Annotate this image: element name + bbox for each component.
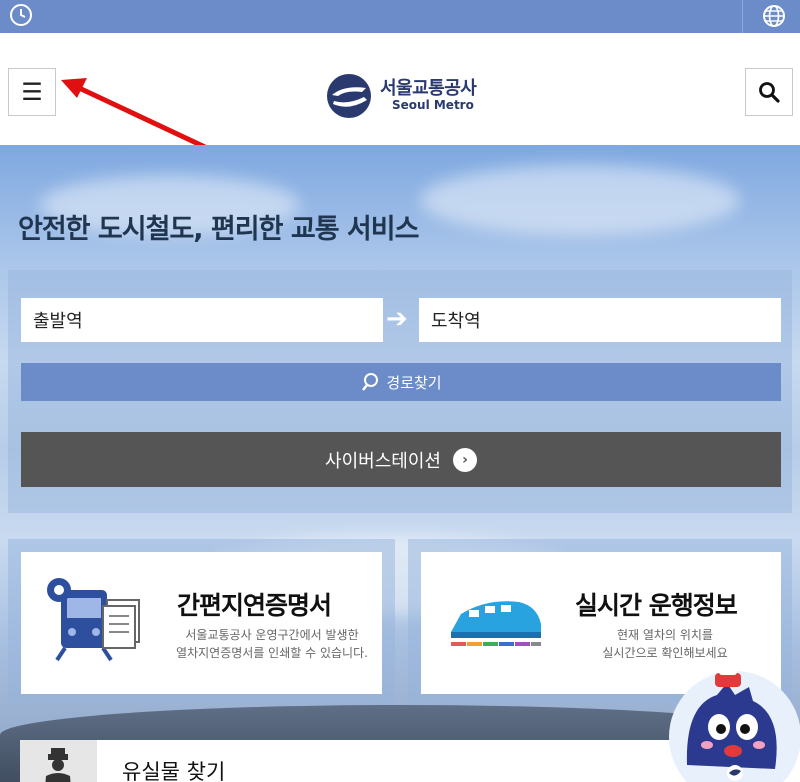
menu-button[interactable]: ☰ bbox=[8, 68, 56, 116]
hero-slogan: 안전한 도시철도, 편리한 교통 서비스 bbox=[18, 214, 419, 245]
globe-icon[interactable] bbox=[760, 2, 788, 34]
card-description: 현재 열차의 위치를 실시간으로 확인해보세요 bbox=[575, 626, 755, 662]
arrow-right-icon: ➔ bbox=[386, 304, 408, 334]
departure-station-input[interactable]: 출발역 bbox=[21, 298, 383, 342]
card-desc-line: 현재 열차의 위치를 bbox=[617, 628, 713, 642]
delay-certificate-section: 간편지연증명서 서울교통공사 운영구간에서 발생한 열차지연증명서를 인쇄할 수… bbox=[8, 539, 395, 703]
train-certificate-icon bbox=[47, 578, 140, 662]
arrival-station-input[interactable]: 도착역 bbox=[419, 298, 781, 342]
card-title: 실시간 운행정보 bbox=[575, 591, 738, 620]
cyber-station-label: 사이버스테이션 bbox=[325, 450, 441, 472]
clock-icon[interactable] bbox=[8, 2, 36, 34]
find-route-label: 경로찾기 bbox=[386, 373, 442, 392]
top-utility-bar bbox=[0, 0, 800, 33]
cloud bbox=[420, 165, 740, 235]
magnifier-icon bbox=[362, 373, 379, 391]
lost-found-icon-box bbox=[20, 740, 97, 782]
card-description: 서울교통공사 운영구간에서 발생한 열차지연증명서를 인쇄할 수 있습니다. bbox=[167, 626, 377, 662]
delay-certificate-card[interactable]: 간편지연증명서 서울교통공사 운영구간에서 발생한 열차지연증명서를 인쇄할 수… bbox=[21, 552, 382, 694]
divider bbox=[742, 0, 743, 33]
lost-found-label: 유실물 찾기 bbox=[122, 760, 226, 782]
logo-korean-text: 서울교통공사 bbox=[380, 78, 477, 99]
card-desc-line: 서울교통공사 운영구간에서 발생한 bbox=[185, 628, 359, 642]
station-staff-icon bbox=[45, 748, 71, 782]
hamburger-icon: ☰ bbox=[21, 78, 43, 106]
hero-section: 안전한 도시철도, 편리한 교통 서비스 출발역 ➔ 도착역 경로찾기 사이버스… bbox=[0, 145, 800, 782]
train-icon bbox=[451, 601, 541, 646]
mascot-character[interactable] bbox=[657, 665, 800, 782]
card-desc-line: 실시간으로 확인해보세요 bbox=[602, 646, 728, 660]
card-desc-line: 열차지연증명서를 인쇄할 수 있습니다. bbox=[176, 646, 368, 660]
route-search-panel: 출발역 ➔ 도착역 경로찾기 사이버스테이션 › bbox=[8, 270, 792, 513]
card-title: 간편지연증명서 bbox=[177, 591, 332, 620]
cyber-station-button[interactable]: 사이버스테이션 › bbox=[21, 432, 781, 487]
logo-english-text: Seoul Metro bbox=[392, 98, 474, 112]
seoul-metro-logo[interactable]: 서울교통공사 Seoul Metro bbox=[324, 71, 484, 121]
find-route-button[interactable]: 경로찾기 bbox=[21, 363, 781, 401]
chevron-right-icon: › bbox=[452, 447, 477, 472]
search-button[interactable] bbox=[745, 68, 793, 116]
search-icon bbox=[759, 82, 780, 103]
metro-logo-icon bbox=[327, 74, 371, 118]
